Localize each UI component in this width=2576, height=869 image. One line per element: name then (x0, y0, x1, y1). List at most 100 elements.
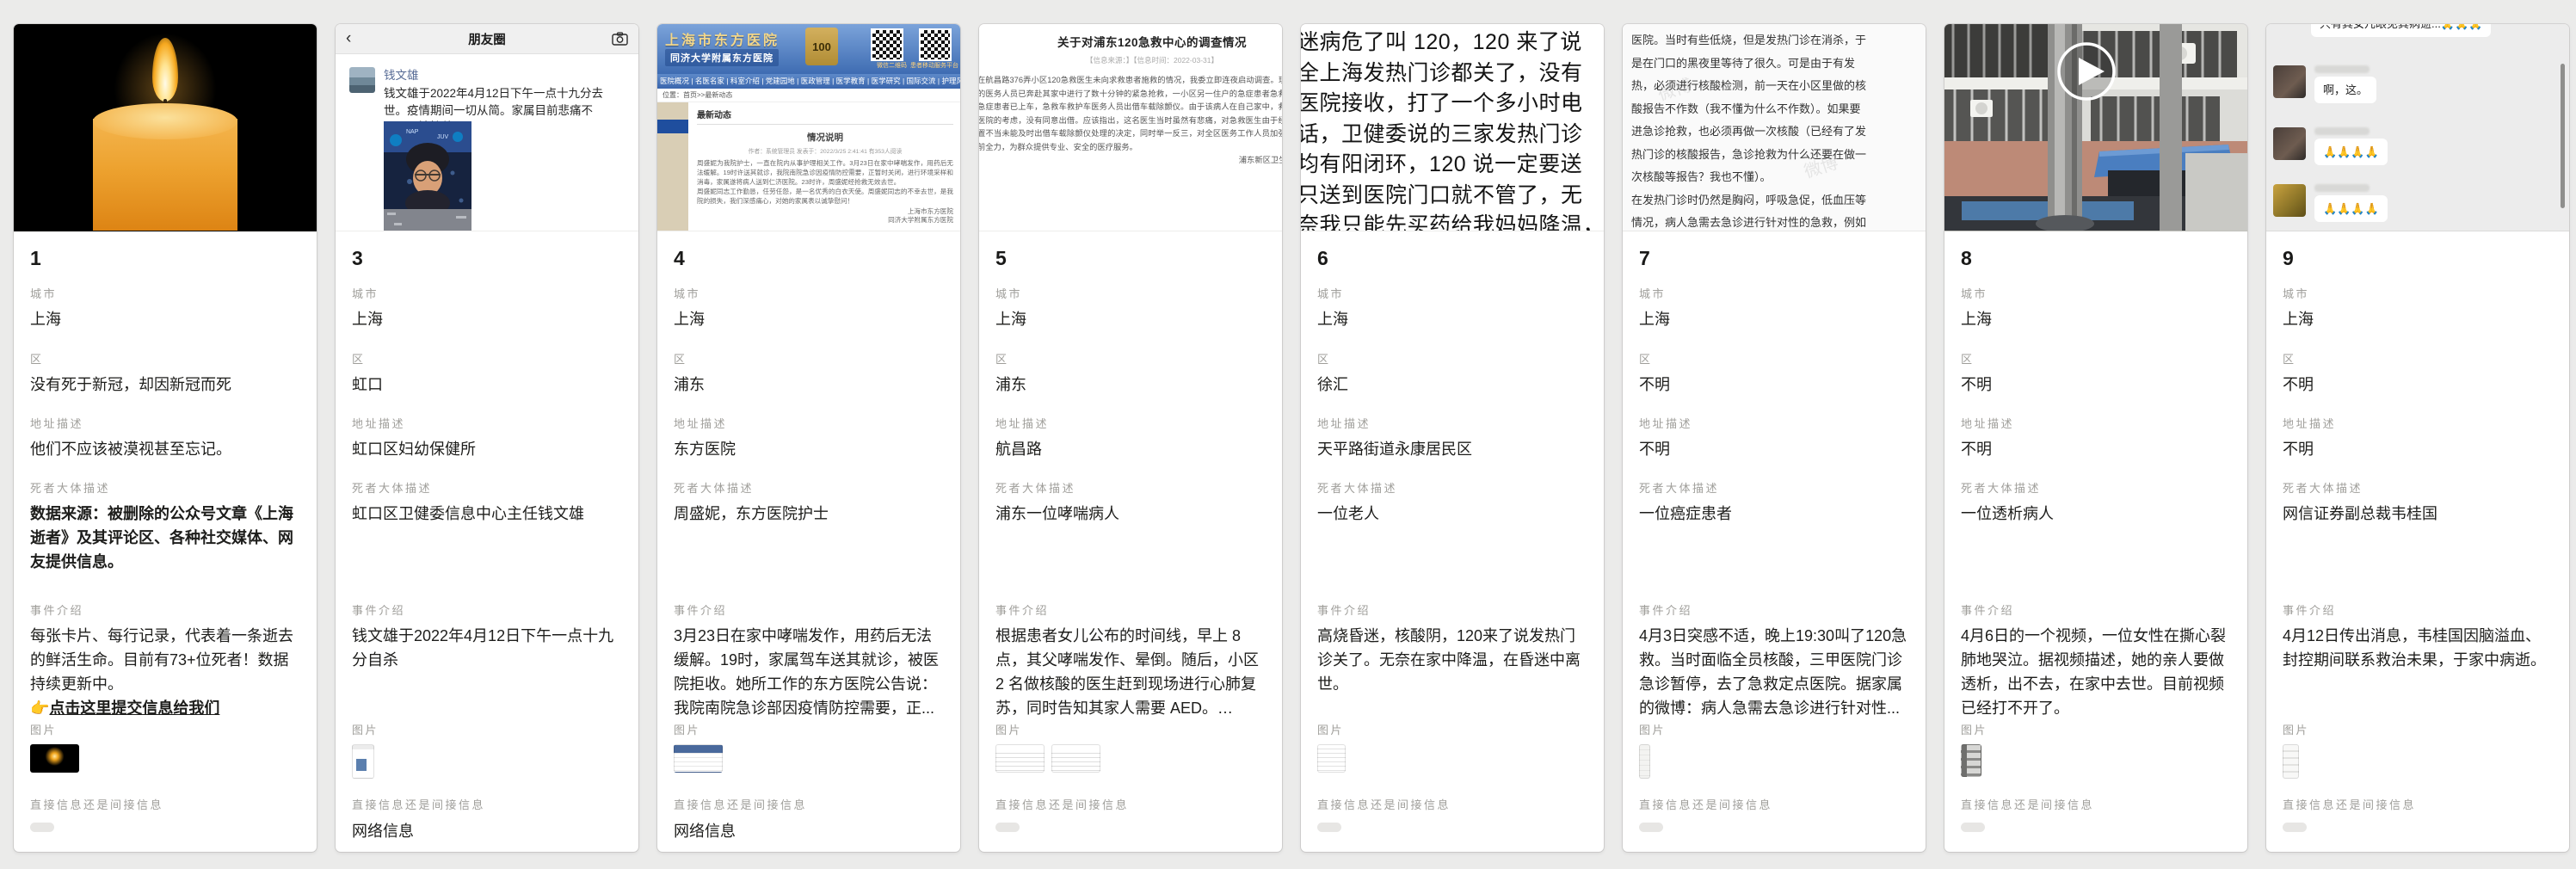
field-value-event: 每张卡片、每行记录，代表着一条逝去的鲜活生命。目前有73+位死者！数据持续更新中… (30, 624, 300, 720)
wechat-post-author: 钱文雄 (384, 65, 630, 83)
field-label-event: 事件介绍 (1961, 601, 2231, 618)
thin-thumbnail-icon[interactable] (1639, 744, 1650, 779)
hospital-100-emblem: 100 (805, 28, 838, 65)
gallery-card[interactable]: 微博 微博 医院。当时有些低烧，但是发热门诊在消杀，于 是在门口的黑夜里等待了很… (1623, 24, 1926, 852)
qr-label: 微信二维码 (877, 61, 907, 70)
property-deceased-description: 死者大体描述 一位透析病人 (1961, 479, 2231, 526)
card-title-number: 7 (1639, 247, 1909, 270)
field-value-address: 虹口区妇幼保健所 (352, 437, 622, 461)
hospital-site-body: 最新动态 情况说明 作者：系统管理员 发表于：2022/3/25 2:41:41… (657, 102, 960, 231)
card-title-number: 3 (352, 247, 622, 270)
field-value-district: 浦东 (995, 373, 1266, 397)
empty-select-pill (30, 823, 54, 832)
event-text: 根据患者女儿公布的时间线，早上 8 点，其父哮喘发作、晕倒。随后，小区 2 名做… (995, 627, 1259, 717)
doc-thumbnail-icon[interactable] (1051, 744, 1100, 773)
field-value-district: 不明 (1961, 373, 2231, 397)
card-cover-hospital-website: 上海市东方医院 同济大学附属东方医院 100 微信二维码 患者移动服务平台 医院… (657, 24, 960, 231)
card-title-number: 6 (1317, 247, 1587, 270)
field-value-address: 他们不应该被漠视甚至忘记。 (30, 437, 300, 461)
field-label-direct: 直接信息还是间接信息 (352, 796, 622, 812)
field-value-district: 不明 (1639, 373, 1909, 397)
field-label-district: 区 (995, 350, 1266, 367)
property-city: 城市 上海 (1317, 285, 1587, 331)
field-label-address: 地址描述 (352, 415, 622, 431)
property-deceased-description: 死者大体描述 一位癌症患者 (1639, 479, 1909, 526)
building-thumbnail-icon[interactable] (1961, 744, 1981, 777)
property-image: 图片 (2283, 721, 2553, 780)
field-value-city: 上海 (2283, 307, 2553, 331)
chat-username-blurred (2314, 184, 2370, 192)
card-cover-chat-screenshot: 只有其女儿眼见其病逝...🙏🙏🙏 啊，这。 🙏🙏🙏🙏 🙏🙏🙏🙏 (2266, 24, 2569, 231)
field-label-event: 事件介绍 (674, 601, 944, 618)
svg-text:NAP: NAP (406, 129, 419, 135)
field-value-event: 4月6日的一个视频，一位女性在撕心裂肺地哭泣。据视频描述，她的亲人要做透析，出不… (1961, 624, 2231, 720)
gallery-card[interactable]: 关于对浦东120急救中心的调查情况 【信息来源：】【信息时间：2022-03-3… (979, 24, 1282, 852)
qr-code-icon (871, 28, 903, 61)
gallery-board: 1 城市 上海 区 没有死于新冠，却因新冠而死 地址描述 他们不应该被漠视甚至忘… (0, 0, 2576, 869)
property-district: 区 虹口 (352, 350, 622, 397)
document-meta: 【信息来源：】【信息时间：2022-03-31】 (979, 55, 1282, 65)
scrollbar[interactable] (2561, 64, 2565, 208)
field-label-direct: 直接信息还是间接信息 (1961, 796, 2231, 812)
chat-username-blurred (2314, 127, 2370, 135)
property-address: 地址描述 他们不应该被漠视甚至忘记。 (30, 415, 300, 461)
wechat-moments-title: 朋友圈 (336, 30, 638, 48)
avatar (349, 67, 375, 93)
field-value-address: 航昌路 (995, 437, 1266, 461)
field-value-district: 徐汇 (1317, 373, 1587, 397)
field-value-city: 上海 (674, 307, 944, 331)
document-page: 关于对浦东120急救中心的调查情况 【信息来源：】【信息时间：2022-03-3… (979, 33, 1282, 168)
field-label-city: 城市 (1317, 285, 1587, 301)
field-label-image: 图片 (30, 721, 300, 737)
property-direct-or-indirect: 直接信息还是间接信息 网络信息 (352, 796, 622, 843)
field-value-city: 上海 (30, 307, 300, 331)
wechat-thumbnail-icon[interactable] (352, 744, 374, 779)
property-city: 城市 上海 (674, 285, 944, 331)
hospital-article-signature: 上海市东方医院 同济大学附属东方医院 (697, 207, 953, 225)
card-cover-weibo-text-screenshot: 微博 微博 医院。当时有些低烧，但是发热门诊在消杀，于 是在门口的黑夜里等待了很… (1623, 24, 1926, 231)
event-text: 高烧昏迷，核酸阴，120来了说发热门诊关了。无奈在家中降温，在昏迷中离世。 (1317, 627, 1581, 693)
chat-thumbnail-icon[interactable] (2283, 744, 2299, 779)
field-label-district: 区 (352, 350, 622, 367)
gallery-card[interactable]: 8 城市 上海 区 不明 地址描述 不明 死者大体描述 一位透析病人 事件介绍 … (1944, 24, 2247, 852)
gallery-card[interactable]: 迷病危了叫 120，120 来了说 全上海发热门诊都关了，没有 医院接收，打了一… (1301, 24, 1604, 852)
chat-message: 🙏🙏🙏🙏 (2314, 195, 2388, 222)
field-label-district: 区 (30, 350, 300, 367)
card-cover-candle-photo (14, 24, 317, 231)
submit-info-link[interactable]: 👉点击这里提交信息给我们 (30, 696, 300, 720)
field-value-district: 浦东 (674, 373, 944, 397)
field-label-city: 城市 (995, 285, 1266, 301)
property-address: 地址描述 不明 (1639, 415, 1909, 461)
doc-thumbnail-icon[interactable] (995, 744, 1045, 773)
field-label-city: 城市 (2283, 285, 2553, 301)
property-event-intro: 事件介绍 4月12日传出消息，韦桂国因脑溢血、封控期间联系救治未果，于家中病逝。 (2283, 601, 2553, 672)
hospital-article-meta: 作者：系统管理员 发表于：2022/3/25 2:41:41 有353人阅读 (697, 146, 953, 155)
property-district: 区 不明 (1639, 350, 1909, 397)
candle-top (93, 103, 237, 139)
card-cover-gov-document: 关于对浦东120急救中心的调查情况 【信息来源：】【信息时间：2022-03-3… (979, 24, 1282, 231)
image-thumbnails (995, 744, 1266, 780)
property-deceased-description: 死者大体描述 周盛妮，东方医院护士 (674, 479, 944, 526)
property-city: 城市 上海 (352, 285, 622, 331)
property-image: 图片 (30, 721, 300, 780)
event-text: 3月23日在家中哮喘发作，用药后无法缓解。19时，家属驾车送其就诊，被医院拒收。… (674, 627, 939, 717)
candle-thumbnail-icon[interactable] (30, 744, 79, 773)
gallery-card[interactable]: 只有其女儿眼见其病逝...🙏🙏🙏 啊，这。 🙏🙏🙏🙏 🙏🙏🙏🙏 9 城 (2266, 24, 2569, 852)
avatar (2273, 184, 2306, 217)
field-label-direct: 直接信息还是间接信息 (2283, 796, 2553, 812)
property-direct-or-indirect: 直接信息还是间接信息 网络信息 (674, 796, 944, 843)
site-thumbnail-icon[interactable] (674, 744, 723, 773)
gallery-card[interactable]: ‹ 朋友圈 钱文雄 钱文雄于2022年4月12日下午一点十九分去世。疫情期间一切… (336, 24, 638, 852)
building-photo (1944, 24, 2247, 231)
hospital-article-body: 周盛妮为我院护士，一直在院内从事护理相关工作。3月23日在家中哮喘发作，用药后无… (697, 158, 953, 206)
gallery-card[interactable]: 上海市东方医院 同济大学附属东方医院 100 微信二维码 患者移动服务平台 医院… (657, 24, 960, 852)
field-value-deceased: 浦东一位哮喘病人 (995, 502, 1266, 526)
text-thumbnail-icon[interactable] (1317, 744, 1346, 773)
field-label-event: 事件介绍 (995, 601, 1266, 618)
chat-username-blurred (2314, 65, 2370, 73)
field-label-deceased: 死者大体描述 (352, 479, 622, 496)
field-label-direct: 直接信息还是间接信息 (1317, 796, 1587, 812)
field-value-deceased: 数据来源：被删除的公众号文章《上海逝者》及其评论区、各种社交媒体、网友提供信息。 (30, 502, 300, 574)
field-label-image: 图片 (1317, 721, 1587, 737)
gallery-card[interactable]: 1 城市 上海 区 没有死于新冠，却因新冠而死 地址描述 他们不应该被漠视甚至忘… (14, 24, 317, 852)
